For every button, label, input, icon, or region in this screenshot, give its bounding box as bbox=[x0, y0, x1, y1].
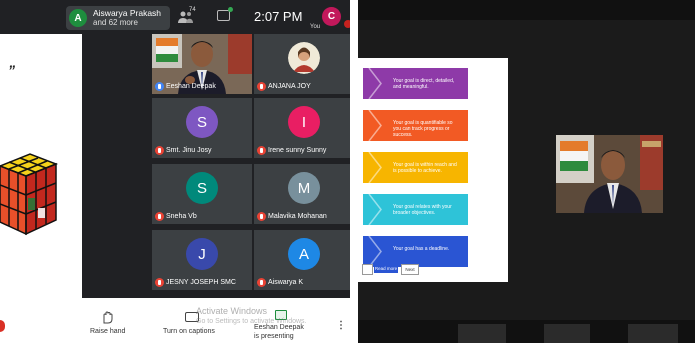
participant-name: Aiswarya K bbox=[268, 279, 304, 286]
participant-tile[interactable]: M Malavika Mohanan bbox=[254, 164, 350, 224]
participant-name: Sneha Vb bbox=[166, 213, 197, 220]
mic-off-icon bbox=[257, 82, 266, 91]
more-options-icon[interactable]: ⋮ bbox=[336, 320, 346, 331]
next-button[interactable]: Next bbox=[401, 264, 419, 275]
step-chevron-icon bbox=[368, 152, 382, 183]
participant-name: ANJANA JOY bbox=[268, 83, 311, 90]
step-text: Your goal is direct, detailed, and meani… bbox=[393, 78, 455, 90]
panel-divider bbox=[350, 0, 358, 343]
participant-tile[interactable]: I Irene sunny Sunny bbox=[254, 98, 350, 158]
goal-step: Your goal is quantifiable so you can tra… bbox=[363, 110, 468, 141]
activate-windows-title: Activate Windows bbox=[196, 306, 268, 316]
presentation-slide: ” bbox=[0, 34, 82, 298]
chip-name: Aiswarya Prakash bbox=[93, 8, 162, 18]
meet-top-bar: A Aiswarya Prakash and 62 more 74 2:07 P… bbox=[0, 0, 350, 34]
presenting-status[interactable]: Eeshan Deepak is presenting bbox=[254, 323, 304, 341]
people-count: 74 bbox=[189, 7, 196, 13]
participant-avatar: A bbox=[288, 238, 320, 270]
top-strip bbox=[358, 0, 695, 20]
meet-screen: A Aiswarya Prakash and 62 more 74 2:07 P… bbox=[0, 0, 350, 343]
presenter-video bbox=[556, 135, 663, 213]
goal-step: Your goal relates with your broader obje… bbox=[363, 194, 468, 225]
participant-name: Irene sunny Sunny bbox=[268, 147, 327, 154]
stage-gap bbox=[82, 34, 152, 298]
mic-off-icon bbox=[257, 278, 266, 287]
step-text: Your goal is within reach and is possibl… bbox=[393, 162, 457, 174]
chip-avatar: A bbox=[69, 9, 87, 27]
mic-off-icon bbox=[257, 146, 266, 155]
participant-tile[interactable]: S Sneha Vb bbox=[152, 164, 252, 224]
raise-hand-icon[interactable] bbox=[101, 310, 113, 324]
thumbnail-block bbox=[544, 324, 590, 343]
end-call-edge[interactable] bbox=[0, 320, 5, 332]
chip-more: and 62 more bbox=[93, 18, 138, 27]
thumbnail-block bbox=[458, 324, 506, 343]
activate-windows-subtitle: Go to Settings to activate Windows. bbox=[196, 318, 307, 325]
step-chevron-icon bbox=[368, 110, 382, 141]
participant-name: Smt. Jinu Josy bbox=[166, 147, 212, 154]
participant-tile[interactable]: ANJANA JOY bbox=[254, 34, 350, 94]
participant-chip[interactable]: A Aiswarya Prakash and 62 more bbox=[66, 6, 170, 30]
step-text: Your goal relates with your broader obje… bbox=[393, 204, 452, 216]
raise-hand-button[interactable]: Raise hand bbox=[90, 328, 125, 335]
participant-photo bbox=[288, 42, 320, 74]
slide-button-blank[interactable] bbox=[362, 264, 373, 275]
participant-name: Malavika Mohanan bbox=[268, 213, 327, 220]
goals-slide: Your goal is direct, detailed, and meani… bbox=[358, 58, 508, 282]
participant-tile[interactable]: Eeshan Deepak bbox=[152, 34, 252, 94]
mic-off-icon bbox=[155, 146, 164, 155]
participant-avatar: S bbox=[186, 106, 218, 138]
goal-step: Your goal is within reach and is possibl… bbox=[363, 152, 468, 183]
step-text: Your goal has a deadline. bbox=[393, 246, 450, 252]
participant-name: JESNY JOSEPH SMC bbox=[166, 279, 236, 286]
participant-tile[interactable]: S Smt. Jinu Josy bbox=[152, 98, 252, 158]
step-text: Your goal is quantifiable so you can tra… bbox=[393, 120, 453, 138]
step-chevron-icon bbox=[368, 194, 382, 225]
presentation-screen: Your goal is direct, detailed, and meani… bbox=[358, 0, 695, 343]
goal-step: Your goal has a deadline. bbox=[363, 236, 468, 267]
step-chevron-icon bbox=[368, 236, 382, 267]
presenter-video-frame bbox=[556, 135, 663, 213]
thumbnail-block bbox=[628, 324, 678, 343]
captions-button[interactable]: Turn on captions bbox=[163, 328, 215, 335]
participant-name: Eeshan Deepak bbox=[166, 83, 216, 90]
mic-off-icon bbox=[155, 212, 164, 221]
participant-avatar: J bbox=[186, 238, 218, 270]
chat-icon[interactable] bbox=[217, 7, 233, 21]
participant-avatar: S bbox=[186, 172, 218, 204]
meeting-time: 2:07 PM bbox=[254, 9, 303, 24]
mic-off-icon bbox=[155, 278, 164, 287]
rubiks-cube-image bbox=[0, 153, 59, 236]
self-avatar[interactable]: C bbox=[322, 7, 341, 26]
goal-step: Your goal is direct, detailed, and meani… bbox=[363, 68, 468, 99]
mic-off-icon bbox=[257, 212, 266, 221]
participant-avatar: I bbox=[288, 106, 320, 138]
mic-on-icon bbox=[155, 82, 164, 91]
participant-avatar: M bbox=[288, 172, 320, 204]
participant-tile[interactable]: A Aiswarya K bbox=[254, 230, 350, 290]
participant-tile[interactable]: J JESNY JOSEPH SMC bbox=[152, 230, 252, 290]
step-chevron-icon bbox=[368, 68, 382, 99]
read-more-button[interactable]: Read more bbox=[374, 264, 398, 273]
self-label: You bbox=[310, 24, 321, 30]
slide-quote-mark: ” bbox=[8, 62, 15, 78]
